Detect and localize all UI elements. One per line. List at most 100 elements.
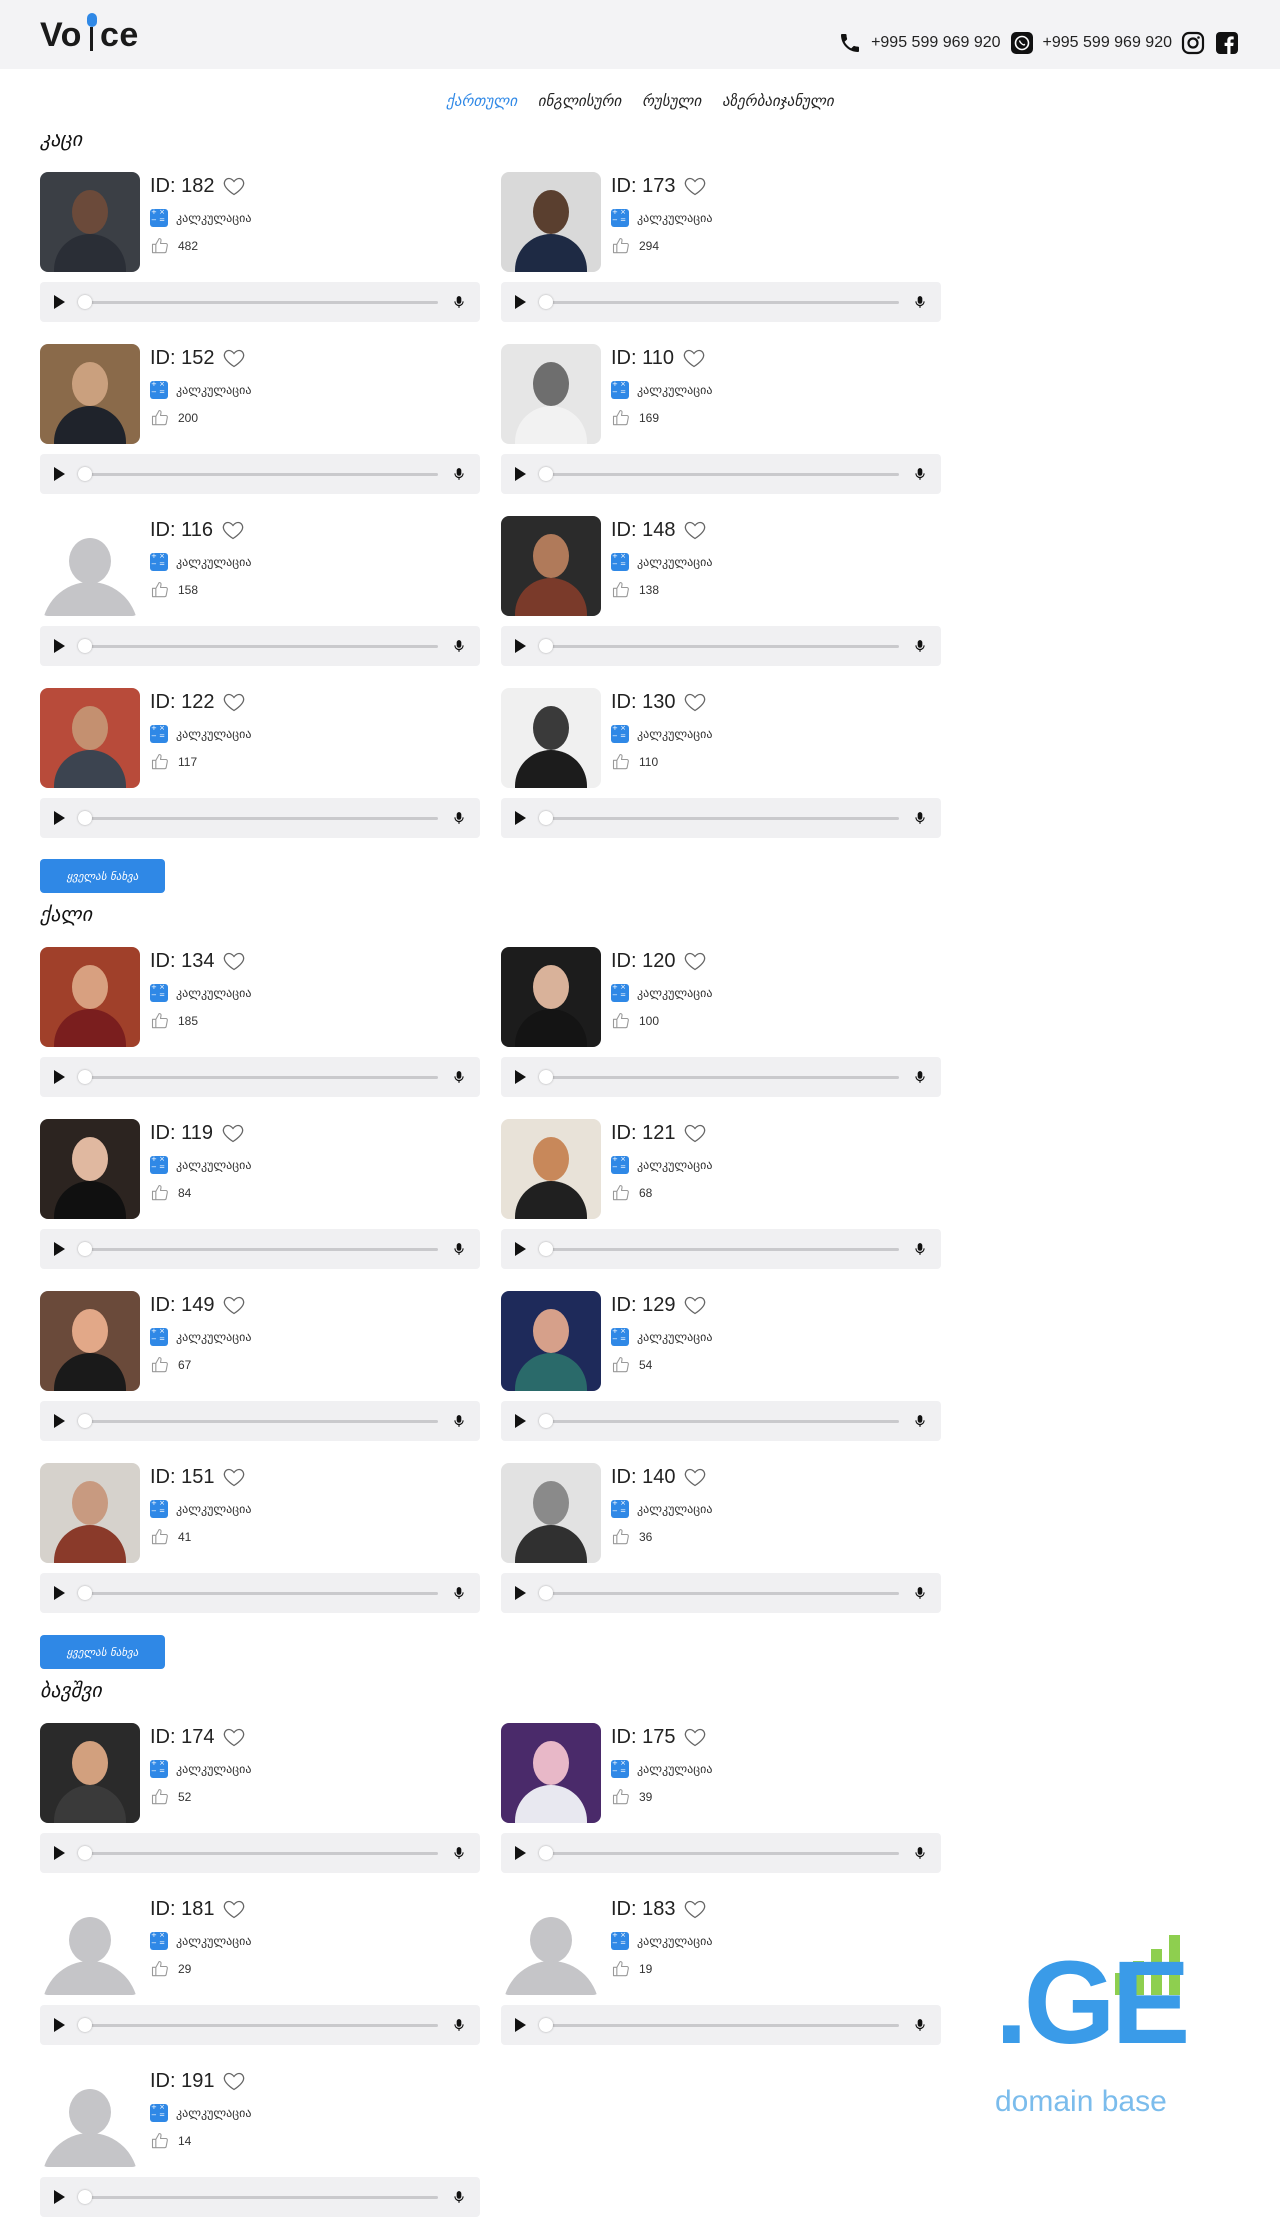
avatar-placeholder[interactable] xyxy=(40,1895,140,1995)
thumbs-up-icon[interactable] xyxy=(150,2131,170,2151)
heart-icon[interactable] xyxy=(222,1897,246,1921)
seek-handle[interactable] xyxy=(539,811,553,825)
seek-handle[interactable] xyxy=(539,1586,553,1600)
seek-bar[interactable] xyxy=(543,1248,899,1251)
avatar[interactable] xyxy=(40,344,140,444)
seek-bar[interactable] xyxy=(82,1592,438,1595)
thumbs-up-icon[interactable] xyxy=(150,1011,170,1031)
microphone-icon[interactable] xyxy=(452,1067,466,1087)
thumbs-up-icon[interactable] xyxy=(150,1959,170,1979)
heart-icon[interactable] xyxy=(222,949,246,973)
heart-icon[interactable] xyxy=(683,1725,707,1749)
play-button[interactable] xyxy=(54,639,65,653)
seek-handle[interactable] xyxy=(78,467,92,481)
calculation-link[interactable]: კალკულაცია xyxy=(150,2103,251,2123)
heart-icon[interactable] xyxy=(683,949,707,973)
thumbs-up-icon[interactable] xyxy=(150,1787,170,1807)
heart-icon[interactable] xyxy=(683,1121,707,1145)
avatar-placeholder[interactable] xyxy=(40,516,140,616)
seek-handle[interactable] xyxy=(539,1414,553,1428)
microphone-icon[interactable] xyxy=(913,1411,927,1431)
thumbs-up-icon[interactable] xyxy=(611,580,631,600)
seek-handle[interactable] xyxy=(78,1242,92,1256)
avatar[interactable] xyxy=(40,172,140,272)
calculation-link[interactable]: კალკულაცია xyxy=(150,1155,251,1175)
microphone-icon[interactable] xyxy=(913,292,927,312)
microphone-icon[interactable] xyxy=(452,1583,466,1603)
seek-handle[interactable] xyxy=(539,1070,553,1084)
heart-icon[interactable] xyxy=(222,174,246,198)
avatar[interactable] xyxy=(501,172,601,272)
calculation-link[interactable]: კალკულაცია xyxy=(611,1327,712,1347)
microphone-icon[interactable] xyxy=(913,464,927,484)
thumbs-up-icon[interactable] xyxy=(611,752,631,772)
seek-handle[interactable] xyxy=(78,811,92,825)
facebook-icon[interactable] xyxy=(1214,30,1240,56)
calculation-link[interactable]: კალკულაცია xyxy=(611,380,712,400)
play-button[interactable] xyxy=(515,1242,526,1256)
calculation-link[interactable]: კალკულაცია xyxy=(611,724,712,744)
seek-bar[interactable] xyxy=(82,817,438,820)
heart-icon[interactable] xyxy=(222,346,246,370)
microphone-icon[interactable] xyxy=(913,1067,927,1087)
calculation-link[interactable]: კალკულაცია xyxy=(150,983,251,1003)
thumbs-up-icon[interactable] xyxy=(611,236,631,256)
heart-icon[interactable] xyxy=(683,174,707,198)
play-button[interactable] xyxy=(54,295,65,309)
calculation-link[interactable]: კალკულაცია xyxy=(150,552,251,572)
avatar[interactable] xyxy=(40,1119,140,1219)
seek-handle[interactable] xyxy=(78,1414,92,1428)
calculation-link[interactable]: კალკულაცია xyxy=(150,724,251,744)
seek-handle[interactable] xyxy=(539,2018,553,2032)
avatar[interactable] xyxy=(40,1463,140,1563)
seek-bar[interactable] xyxy=(82,473,438,476)
play-button[interactable] xyxy=(54,1414,65,1428)
seek-handle[interactable] xyxy=(78,1070,92,1084)
seek-bar[interactable] xyxy=(82,1248,438,1251)
avatar[interactable] xyxy=(40,688,140,788)
microphone-icon[interactable] xyxy=(452,464,466,484)
play-button[interactable] xyxy=(54,1070,65,1084)
avatar[interactable] xyxy=(501,1291,601,1391)
seek-bar[interactable] xyxy=(82,1852,438,1855)
thumbs-up-icon[interactable] xyxy=(150,580,170,600)
play-button[interactable] xyxy=(515,2018,526,2032)
seek-bar[interactable] xyxy=(543,301,899,304)
heart-icon[interactable] xyxy=(222,1293,246,1317)
calculation-link[interactable]: კალკულაცია xyxy=(611,1155,712,1175)
whatsapp-number[interactable]: +995 599 969 920 xyxy=(1043,34,1172,52)
heart-icon[interactable] xyxy=(683,1897,707,1921)
heart-icon[interactable] xyxy=(222,1465,246,1489)
thumbs-up-icon[interactable] xyxy=(611,1183,631,1203)
seek-handle[interactable] xyxy=(78,1586,92,1600)
play-button[interactable] xyxy=(515,295,526,309)
seek-bar[interactable] xyxy=(543,1420,899,1423)
seek-handle[interactable] xyxy=(78,2018,92,2032)
seek-bar[interactable] xyxy=(82,2196,438,2199)
heart-icon[interactable] xyxy=(683,518,707,542)
seek-bar[interactable] xyxy=(543,1852,899,1855)
play-button[interactable] xyxy=(515,467,526,481)
seek-handle[interactable] xyxy=(78,639,92,653)
show-all-women-button[interactable]: ყველას ნახვა xyxy=(40,1635,165,1669)
seek-bar[interactable] xyxy=(543,645,899,648)
microphone-icon[interactable] xyxy=(913,2015,927,2035)
seek-bar[interactable] xyxy=(82,301,438,304)
lang-georgian[interactable]: ქართული xyxy=(446,92,517,110)
heart-icon[interactable] xyxy=(683,1293,707,1317)
thumbs-up-icon[interactable] xyxy=(150,1183,170,1203)
seek-bar[interactable] xyxy=(82,1420,438,1423)
avatar[interactable] xyxy=(501,1119,601,1219)
thumbs-up-icon[interactable] xyxy=(611,1011,631,1031)
calculation-link[interactable]: კალკულაცია xyxy=(611,1499,712,1519)
seek-handle[interactable] xyxy=(78,1846,92,1860)
heart-icon[interactable] xyxy=(222,1725,246,1749)
thumbs-up-icon[interactable] xyxy=(150,236,170,256)
avatar[interactable] xyxy=(40,1291,140,1391)
avatar[interactable] xyxy=(501,516,601,616)
seek-handle[interactable] xyxy=(539,295,553,309)
seek-bar[interactable] xyxy=(543,817,899,820)
thumbs-up-icon[interactable] xyxy=(150,752,170,772)
avatar[interactable] xyxy=(501,947,601,1047)
calculation-link[interactable]: კალკულაცია xyxy=(150,1499,251,1519)
